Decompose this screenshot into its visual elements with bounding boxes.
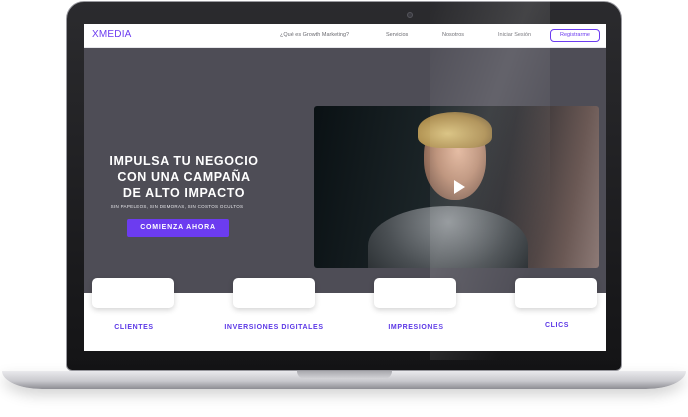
stat-card-clientes [92,278,174,308]
logo[interactable]: XMEDIA [92,29,132,40]
stat-label-clientes: CLIENTES [114,324,154,331]
stat-label-impresiones: IMPRESIONES [388,324,444,331]
hero-title-line: IMPULSA TU NEGOCIO [109,154,259,168]
nav-link-growth-marketing[interactable]: ¿Qué es Growth Marketing? [280,32,349,38]
nav-link-servicios[interactable]: Servicios [386,32,408,38]
cta-button[interactable]: COMIENZA AHORA [127,219,229,237]
nav-link-nosotros[interactable]: Nosotros [442,32,464,38]
register-button[interactable]: Registrarme [550,29,600,42]
hero-title: IMPULSA TU NEGOCIO CON UNA CAMPAÑA DE AL… [84,153,284,201]
stat-card-inversiones [233,278,315,308]
stat-label-inversiones: INVERSIONES DIGITALES [224,324,324,331]
stat-card-clics [515,278,597,308]
video-portrait-hair [418,112,492,148]
hero-subtitle: SIN PAPELEOS, SIN DEMORAS, SIN COSTOS OC… [110,204,244,209]
laptop-screen: XMEDIA ¿Qué es Growth Marketing? Servici… [84,24,606,351]
video-player[interactable] [314,106,599,268]
stat-label-clics: CLICS [545,322,569,329]
hero-title-line: DE ALTO IMPACTO [122,186,246,200]
camera-dot [407,12,413,18]
laptop-notch [297,371,392,379]
hero-section: IMPULSA TU NEGOCIO CON UNA CAMPAÑA DE AL… [84,48,606,293]
hero-title-line: CON UNA CAMPAÑA [117,170,251,184]
video-portrait-body [368,206,528,268]
play-icon[interactable] [452,180,466,194]
nav-link-login[interactable]: Iniciar Sesión [498,32,531,38]
stats-section: CLIENTES INVERSIONES DIGITALES IMPRESION… [84,278,606,351]
navbar: XMEDIA ¿Qué es Growth Marketing? Servici… [84,24,606,48]
stat-card-impresiones [374,278,456,308]
